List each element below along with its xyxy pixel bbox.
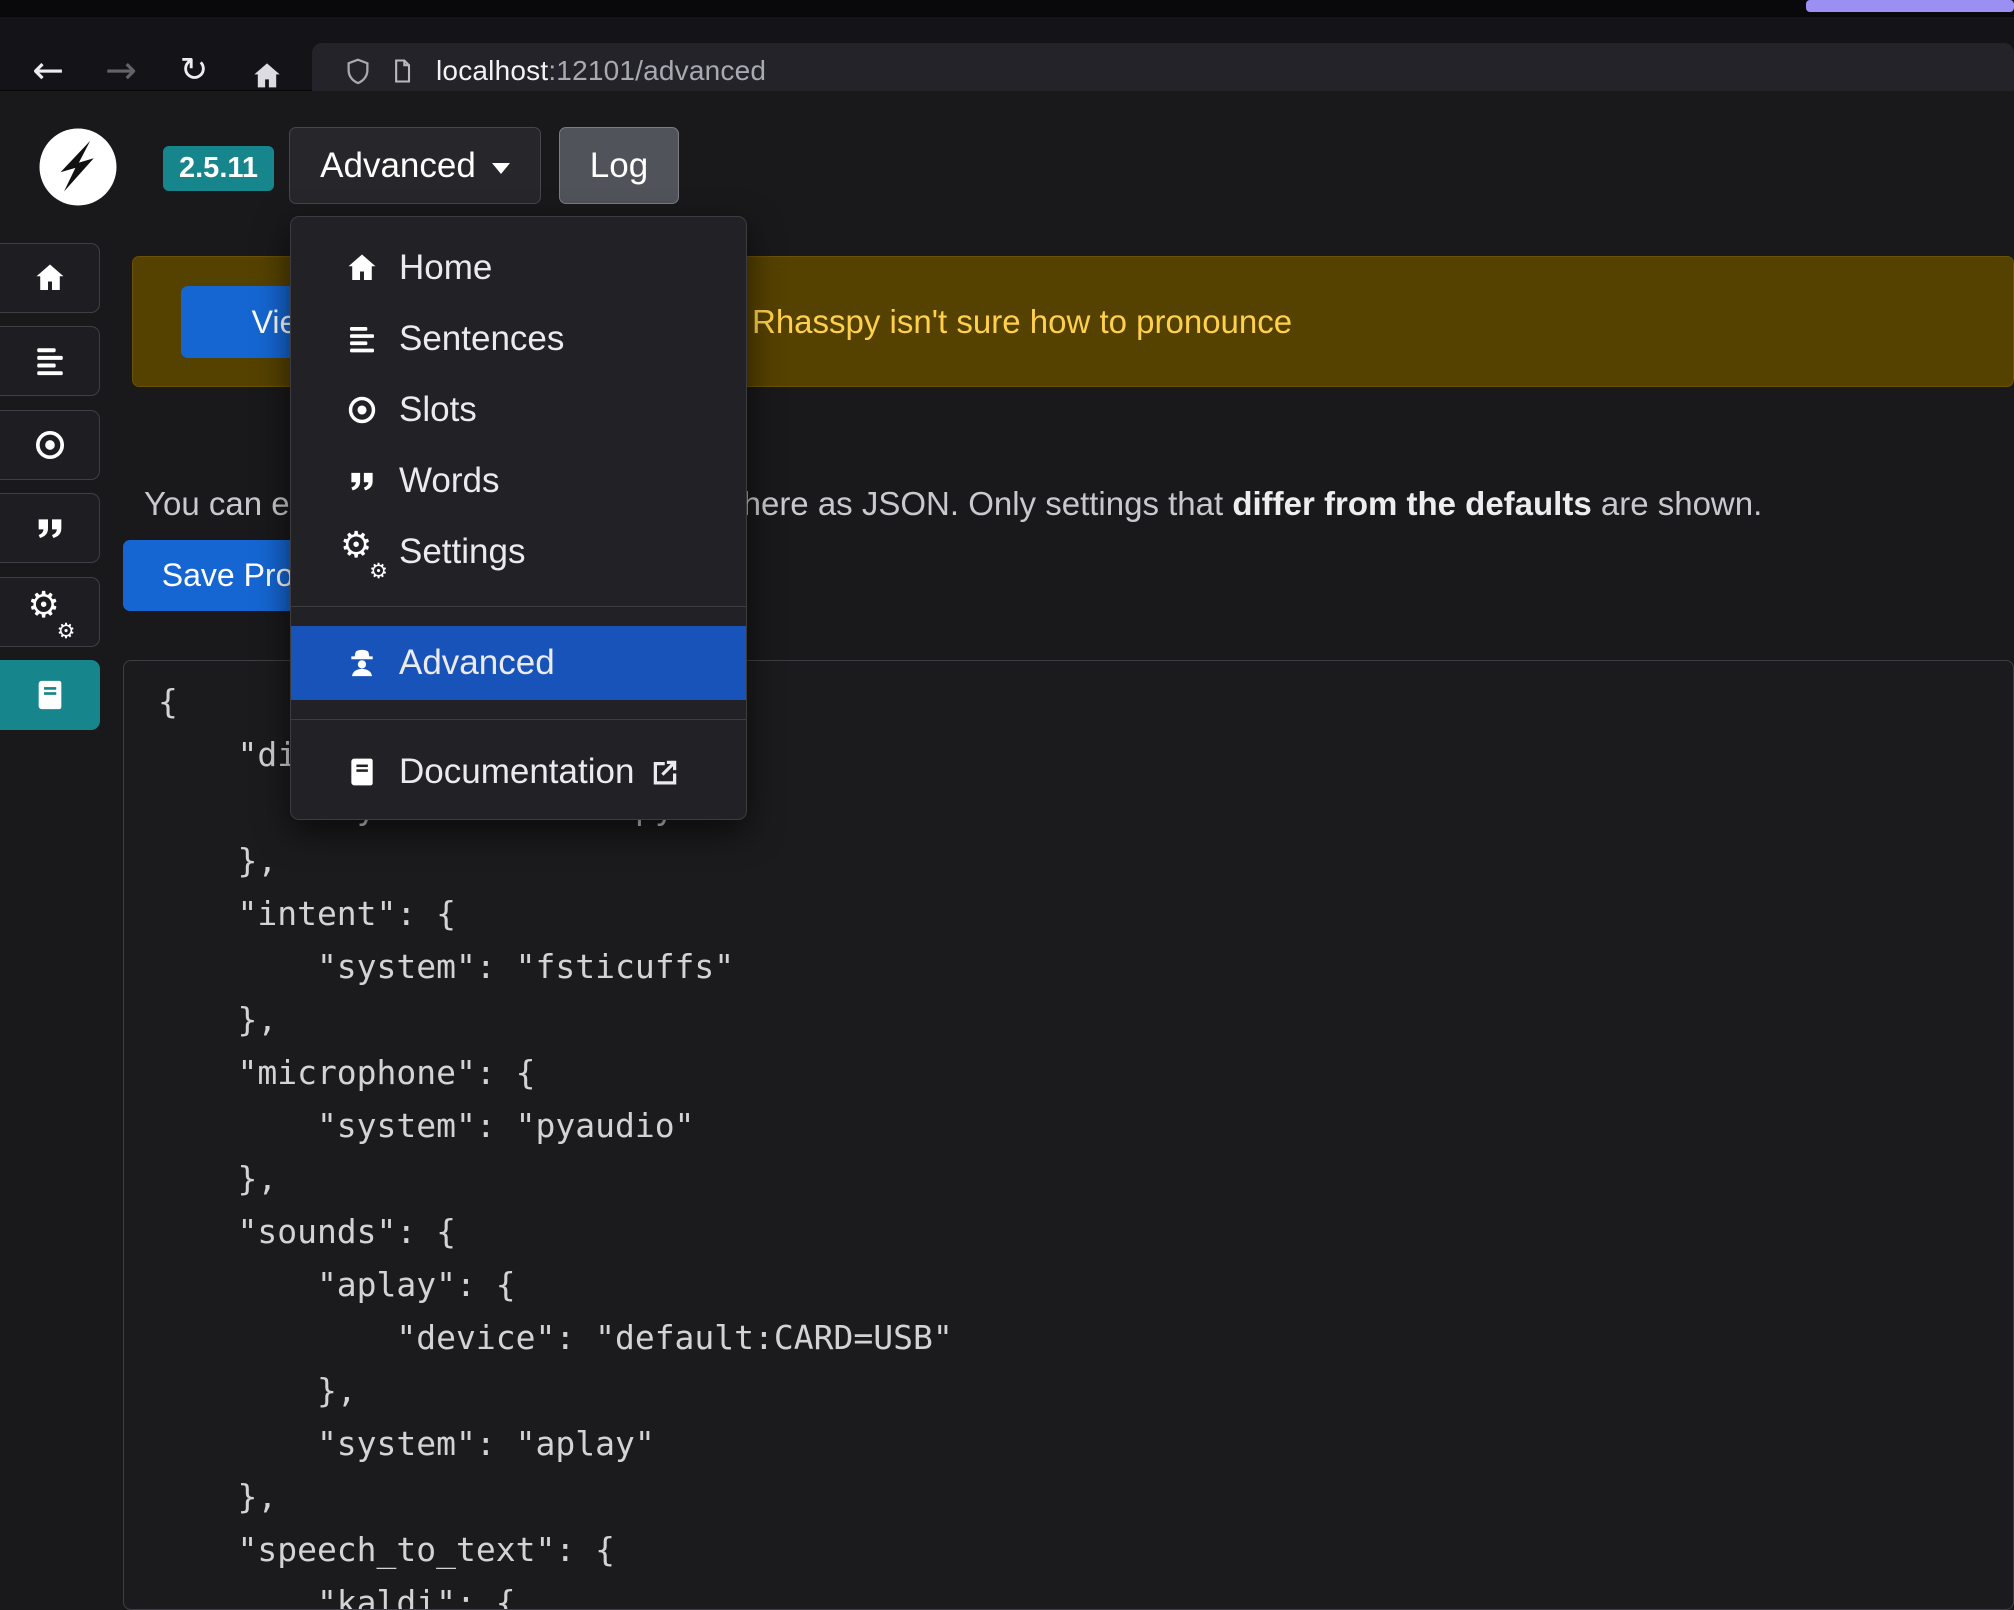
home-icon [341, 251, 383, 285]
url-text: localhost:12101/advanced [436, 55, 766, 87]
settings-icon: ⚙⚙ [341, 532, 383, 572]
advanced-spy-icon [341, 647, 383, 679]
menu-divider [291, 719, 746, 720]
menu-item-label: Sentences [399, 319, 564, 359]
sidebar-item-home[interactable] [0, 243, 100, 313]
book-icon [341, 756, 383, 788]
nav-dropdown-menu: Home Sentences Slots Words [290, 216, 747, 820]
home-icon [33, 261, 67, 295]
menu-item-label: Documentation [399, 752, 634, 792]
browser-toolbar: ← → ↻ localhost:12101/advanced [0, 17, 2014, 91]
menu-item-slots[interactable]: Slots [291, 374, 746, 445]
slots-icon [341, 394, 383, 426]
settings-icon: ⚙⚙ [30, 592, 70, 632]
sidebar-item-sentences[interactable] [0, 326, 100, 396]
browser-titlebar [0, 0, 2014, 17]
sidebar-item-slots[interactable] [0, 410, 100, 480]
active-tab-indicator[interactable] [1806, 0, 2014, 12]
rhasspy-page: 2.5.11 Advanced Log ⚙⚙ [0, 91, 2014, 1610]
sentences-icon [33, 344, 67, 378]
url-path: :12101/advanced [548, 55, 766, 86]
slots-icon [33, 428, 67, 462]
page-info-icon[interactable] [380, 49, 424, 93]
menu-item-label: Slots [399, 390, 477, 430]
words-icon [341, 466, 383, 496]
nav-dropdown-button[interactable]: Advanced [289, 127, 541, 204]
menu-item-label: Words [399, 461, 500, 501]
menu-item-settings[interactable]: ⚙⚙ Settings [291, 516, 746, 587]
tracking-protection-shield-icon[interactable] [336, 49, 380, 93]
chevron-down-icon [492, 163, 510, 174]
menu-item-sentences[interactable]: Sentences [291, 303, 746, 374]
menu-item-label: Advanced [399, 643, 555, 683]
browser-window: ← → ↻ localhost:12101/advanced 2.5. [0, 0, 2014, 1610]
sidebar-item-words[interactable] [0, 493, 100, 563]
external-link-icon [650, 757, 680, 787]
pronounce-warning-text: Rhasspy isn't sure how to pronounce [752, 303, 1292, 341]
book-icon [33, 678, 67, 712]
menu-item-documentation[interactable]: Documentation [291, 739, 746, 805]
rhasspy-logo [36, 125, 120, 209]
home-icon [251, 60, 283, 92]
version-badge: 2.5.11 [163, 146, 274, 191]
sidebar-item-advanced[interactable] [0, 660, 100, 730]
menu-item-label: Home [399, 248, 492, 288]
url-host: localhost [436, 55, 548, 86]
menu-item-label: Settings [399, 532, 525, 572]
menu-item-words[interactable]: Words [291, 445, 746, 516]
sidebar-item-settings[interactable]: ⚙⚙ [0, 577, 100, 647]
sentences-icon [341, 323, 383, 355]
nav-dropdown-label: Advanced [320, 146, 476, 186]
intro-text-bold: differ from the defaults [1232, 485, 1591, 522]
menu-item-advanced[interactable]: Advanced [291, 626, 746, 700]
log-button[interactable]: Log [559, 127, 679, 204]
words-icon [34, 512, 66, 544]
intro-text-end: are shown. [1592, 485, 1763, 522]
menu-divider [291, 606, 746, 607]
menu-item-home[interactable]: Home [291, 232, 746, 303]
